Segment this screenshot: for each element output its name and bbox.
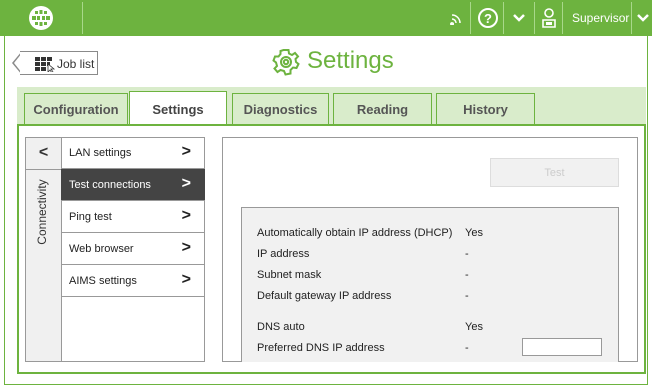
ip-address-label: IP address: [257, 248, 310, 260]
menu-item-label: Ping test: [69, 210, 112, 223]
divider: [470, 2, 471, 34]
preferred-dns-input[interactable]: [522, 338, 602, 356]
divider: [503, 2, 504, 34]
divider: [631, 2, 632, 34]
test-button[interactable]: Test: [490, 158, 619, 187]
job-list-label[interactable]: Job list: [57, 57, 94, 71]
ip-address-value: -: [465, 248, 469, 260]
menu-item-label: Test connections: [69, 178, 151, 191]
chevron-right-icon: >: [181, 271, 191, 288]
tab-configuration[interactable]: Configuration: [24, 93, 128, 125]
menu-item-label: LAN settings: [69, 146, 132, 159]
connectivity-label: Connectivity: [35, 179, 49, 245]
menu-item-test-connections[interactable]: Test connections >: [61, 169, 205, 201]
preferred-dns-label: Preferred DNS IP address: [257, 342, 385, 354]
chevron-down-icon[interactable]: [505, 0, 533, 36]
dns-auto-label: DNS auto: [257, 321, 305, 333]
tab-reading[interactable]: Reading: [333, 93, 432, 125]
menu-item-label: AIMS settings: [69, 274, 137, 287]
tab-diagnostics[interactable]: Diagnostics: [232, 93, 329, 125]
user-badge-icon[interactable]: [537, 0, 561, 36]
preferred-dns-value: -: [465, 342, 469, 354]
chevron-right-icon: >: [181, 143, 191, 160]
dhcp-label: Automatically obtain IP address (DHCP): [257, 227, 453, 239]
menu-item-label: Web browser: [69, 242, 134, 255]
chevron-right-icon: >: [181, 207, 191, 224]
dns-auto-value: Yes: [465, 321, 483, 333]
tab-history[interactable]: History: [436, 93, 535, 125]
page-title: Settings: [307, 47, 394, 74]
user-name[interactable]: Supervisor: [572, 11, 629, 25]
chevron-right-icon: >: [181, 239, 191, 256]
globe-logo-icon[interactable]: [26, 3, 56, 33]
network-signal-icon[interactable]: [445, 0, 469, 36]
menu-item-ping-test[interactable]: Ping test >: [61, 201, 205, 233]
svg-text:?: ?: [484, 11, 492, 26]
help-icon[interactable]: ?: [473, 0, 503, 36]
menu-item-web-browser[interactable]: Web browser >: [61, 233, 205, 265]
top-bar: ? Supervisor: [0, 0, 652, 36]
divider: [534, 2, 535, 34]
subnet-mask-label: Subnet mask: [257, 269, 322, 281]
divider: [82, 2, 83, 34]
gateway-value: -: [465, 290, 469, 302]
menu-item-aims-settings[interactable]: AIMS settings >: [61, 265, 205, 297]
menu-item-lan-settings[interactable]: LAN settings >: [61, 137, 205, 169]
tab-settings[interactable]: Settings: [129, 91, 227, 126]
divider: [562, 2, 563, 34]
gateway-label: Default gateway IP address: [257, 290, 392, 302]
chevron-down-icon[interactable]: [633, 0, 652, 36]
chevron-right-icon: >: [181, 175, 191, 192]
job-list-icon: [35, 57, 56, 72]
gear-icon: [272, 49, 300, 76]
subnet-mask-value: -: [465, 269, 469, 281]
dhcp-value: Yes: [465, 227, 483, 239]
